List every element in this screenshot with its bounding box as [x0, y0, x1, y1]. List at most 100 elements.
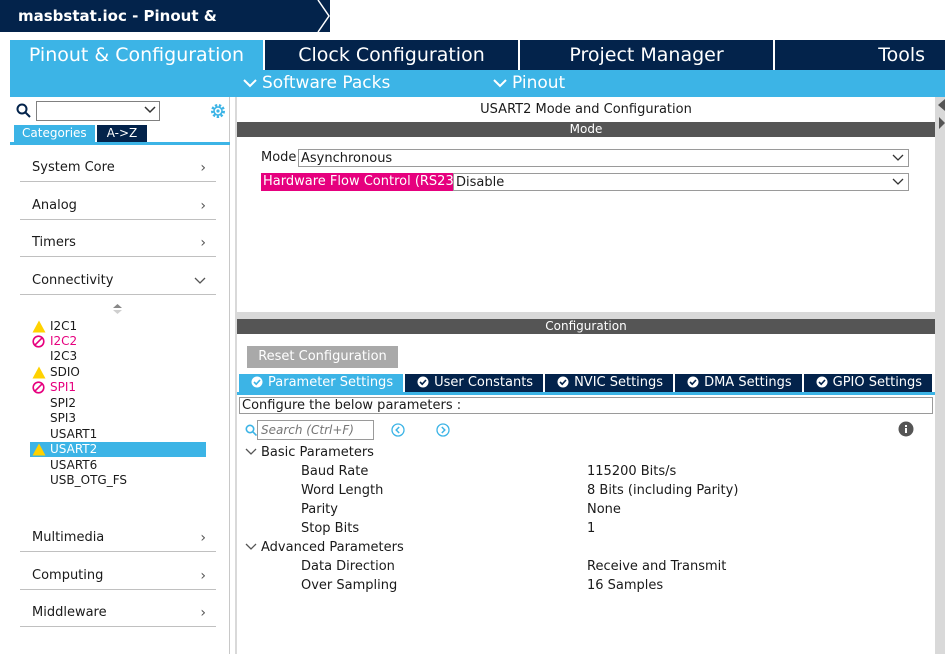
- sub-menu-bar: Software Packs Pinout: [10, 70, 945, 97]
- chevron-right-icon: ›: [200, 235, 206, 251]
- check-circle-icon: [816, 376, 828, 388]
- param-value: 16 Samples: [587, 578, 664, 593]
- param-value: 1: [587, 521, 596, 536]
- peripheral-label: USART2: [50, 442, 98, 456]
- pinout-label: Pinout: [512, 73, 566, 93]
- category-system-core[interactable]: System Core ›: [20, 154, 216, 182]
- tab-label: Parameter Settings: [268, 375, 394, 390]
- tab-gpio-settings[interactable]: GPIO Settings: [803, 374, 933, 392]
- group-basic-parameters[interactable]: Basic Parameters: [245, 443, 374, 462]
- chevron-right-icon: ›: [200, 198, 206, 214]
- peripheral-i2c1[interactable]: I2C1: [30, 319, 206, 334]
- peripheral-label: USART6: [50, 458, 98, 472]
- param-name: Parity: [301, 502, 338, 517]
- mode-select[interactable]: Asynchronous: [298, 149, 909, 167]
- category-label: System Core: [32, 160, 115, 175]
- peripheral-i2c3[interactable]: I2C3: [30, 349, 206, 364]
- tab-project-manager[interactable]: Project Manager: [520, 40, 775, 70]
- next-result-icon[interactable]: [436, 423, 450, 437]
- peripheral-label: USART1: [50, 427, 98, 441]
- tab-dma-settings[interactable]: DMA Settings: [675, 374, 802, 392]
- category-multimedia[interactable]: Multimedia ›: [20, 524, 216, 552]
- peripheral-sdio[interactable]: SDIO: [30, 365, 206, 380]
- param-name: Stop Bits: [301, 521, 360, 536]
- tab-nvic-settings[interactable]: NVIC Settings: [545, 374, 674, 392]
- category-timers[interactable]: Timers ›: [20, 229, 216, 257]
- flow-control-select[interactable]: Disable: [453, 173, 909, 191]
- tab-user-constants[interactable]: User Constants: [405, 374, 544, 392]
- previous-result-icon[interactable]: [391, 423, 405, 437]
- group-label: Advanced Parameters: [261, 540, 404, 555]
- param-value: None: [587, 502, 621, 517]
- chevron-down-icon[interactable]: [144, 106, 156, 114]
- flow-control-select-value: Disable: [456, 175, 505, 190]
- check-circle-icon: [687, 376, 699, 388]
- software-packs-menu[interactable]: Software Packs: [243, 70, 390, 97]
- category-search-input[interactable]: [36, 101, 160, 121]
- mode-field-row: Mode Asynchronous: [261, 149, 909, 167]
- search-icon: [245, 424, 257, 436]
- param-stop-bits[interactable]: Stop Bits 1: [301, 519, 901, 538]
- configuration-tabs: Parameter Settings User Constants NVIC S…: [239, 374, 934, 392]
- param-parity[interactable]: Parity None: [301, 500, 901, 519]
- tab-parameter-settings[interactable]: Parameter Settings: [239, 374, 404, 392]
- peripheral-i2c2[interactable]: I2C2: [30, 334, 206, 349]
- peripheral-spi3[interactable]: SPI3: [30, 411, 206, 426]
- flow-control-label: Hardware Flow Control (RS232): [261, 173, 470, 191]
- gear-icon[interactable]: [209, 102, 227, 120]
- parameter-search-input[interactable]: [257, 420, 374, 440]
- category-connectivity[interactable]: Connectivity: [20, 267, 216, 295]
- warning-icon: [32, 443, 46, 456]
- param-name: Data Direction: [301, 559, 395, 574]
- param-word-length[interactable]: Word Length 8 Bits (including Parity): [301, 481, 901, 500]
- software-packs-label: Software Packs: [262, 73, 391, 93]
- chevron-right-icon: ›: [200, 160, 206, 176]
- param-value: 8 Bits (including Parity): [587, 483, 739, 498]
- param-over-sampling[interactable]: Over Sampling 16 Samples: [301, 576, 901, 595]
- peripheral-usart1[interactable]: USART1: [30, 427, 206, 442]
- category-label: Timers: [32, 235, 76, 250]
- peripheral-usart6[interactable]: USART6: [30, 458, 206, 473]
- pinout-menu[interactable]: Pinout: [493, 70, 565, 97]
- disabled-icon: [32, 335, 45, 348]
- check-circle-icon: [417, 376, 429, 388]
- reset-configuration-button[interactable]: Reset Configuration: [247, 346, 398, 368]
- param-value: 115200 Bits/s: [587, 464, 677, 479]
- info-icon[interactable]: [898, 421, 914, 437]
- tab-pinout-configuration[interactable]: Pinout & Configuration: [10, 40, 265, 70]
- peripheral-label: SPI1: [50, 380, 77, 394]
- category-view-tabs: Categories A->Z: [14, 125, 148, 142]
- tab-clock-configuration[interactable]: Clock Configuration: [265, 40, 520, 70]
- tab-label: User Constants: [434, 375, 534, 390]
- param-baud-rate[interactable]: Baud Rate 115200 Bits/s: [301, 462, 901, 481]
- titlebar-empty: [330, 0, 945, 32]
- chevron-down-icon: [245, 543, 257, 550]
- chevron-right-icon: ›: [200, 568, 206, 584]
- chevron-down-icon: [194, 277, 206, 284]
- tab-categories[interactable]: Categories: [14, 125, 95, 142]
- tab-label: NVIC Settings: [574, 375, 664, 390]
- panel-collapse-icon[interactable]: [935, 97, 945, 137]
- peripheral-label: SPI2: [50, 396, 77, 410]
- scroll-arrows-icon[interactable]: [113, 304, 122, 314]
- peripheral-spi2[interactable]: SPI2: [30, 396, 206, 411]
- category-computing[interactable]: Computing ›: [20, 562, 216, 590]
- category-analog[interactable]: Analog ›: [20, 192, 216, 220]
- window-title-tab: masbstat.ioc - Pinout & Configuration: [0, 0, 330, 57]
- category-middleware[interactable]: Middleware ›: [20, 599, 216, 627]
- mode-panel-title: USART2 Mode and Configuration: [480, 102, 692, 117]
- peripheral-spi1[interactable]: SPI1: [30, 380, 206, 395]
- peripheral-label: SDIO: [50, 365, 80, 379]
- mode-select-value: Asynchronous: [301, 151, 393, 166]
- param-data-direction[interactable]: Data Direction Receive and Transmit: [301, 557, 901, 576]
- category-label: Analog: [32, 198, 77, 213]
- peripheral-usart2[interactable]: USART2: [30, 442, 206, 457]
- flow-control-field-row: Hardware Flow Control (RS232) Disable: [261, 173, 909, 191]
- warning-icon: [32, 320, 46, 333]
- param-name: Word Length: [301, 483, 384, 498]
- tab-a-to-z[interactable]: A->Z: [96, 125, 148, 142]
- param-name: Baud Rate: [301, 464, 369, 479]
- tab-tools[interactable]: Tools: [775, 40, 945, 70]
- group-advanced-parameters[interactable]: Advanced Parameters: [245, 538, 404, 557]
- peripheral-usb-otg-fs[interactable]: USB_OTG_FS: [30, 473, 206, 488]
